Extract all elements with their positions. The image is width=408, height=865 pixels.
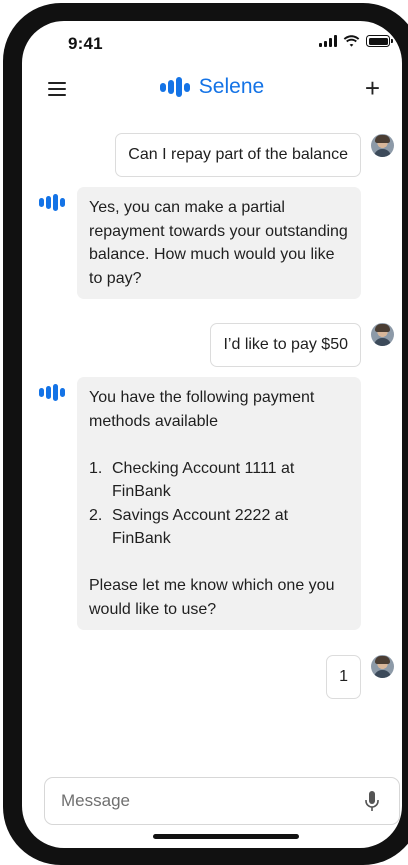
home-indicator [153,834,299,839]
payment-method-option: 1. Checking Account 1111 at FinBank [89,459,295,501]
payment-methods-outro: Please let me know which one you would l… [89,577,335,618]
user-message: I’d like to pay $50 [210,323,361,367]
status-icons [319,35,393,47]
app-brand: Selene [22,75,402,99]
user-message: Can I repay part of the balance [115,133,361,177]
bot-avatar-icon [39,384,65,401]
status-time: 9:41 [68,34,103,53]
message-input[interactable] [61,778,351,824]
selene-logo-icon [159,77,190,97]
wifi-icon [343,35,360,47]
bot-avatar-icon [39,194,65,211]
payment-method-list: 1. Checking Account 1111 at FinBank 2. S… [89,457,349,551]
user-avatar [371,134,394,157]
message-composer [44,777,400,825]
user-avatar [371,655,394,678]
microphone-icon[interactable] [365,791,379,812]
top-bar: Selene + [22,73,402,105]
cellular-signal-icon [319,35,337,47]
phone-screen: 9:41 Selene + Can I repay part of the ba… [22,21,402,848]
battery-icon [366,35,393,47]
plus-icon: + [364,73,380,103]
user-message: 1 [326,655,361,699]
app-title: Selene [198,75,265,98]
payment-methods-intro: You have the following payment methods a… [89,389,315,430]
phone-frame: 9:41 Selene + Can I repay part of the ba… [3,3,408,865]
bot-message: Yes, you can make a partial repayment to… [77,187,361,299]
user-avatar [371,323,394,346]
new-chat-button[interactable]: + [365,75,380,101]
payment-method-option: 2. Savings Account 2222 at FinBank [89,506,289,548]
bot-message-payment-methods: You have the following payment methods a… [77,377,361,630]
